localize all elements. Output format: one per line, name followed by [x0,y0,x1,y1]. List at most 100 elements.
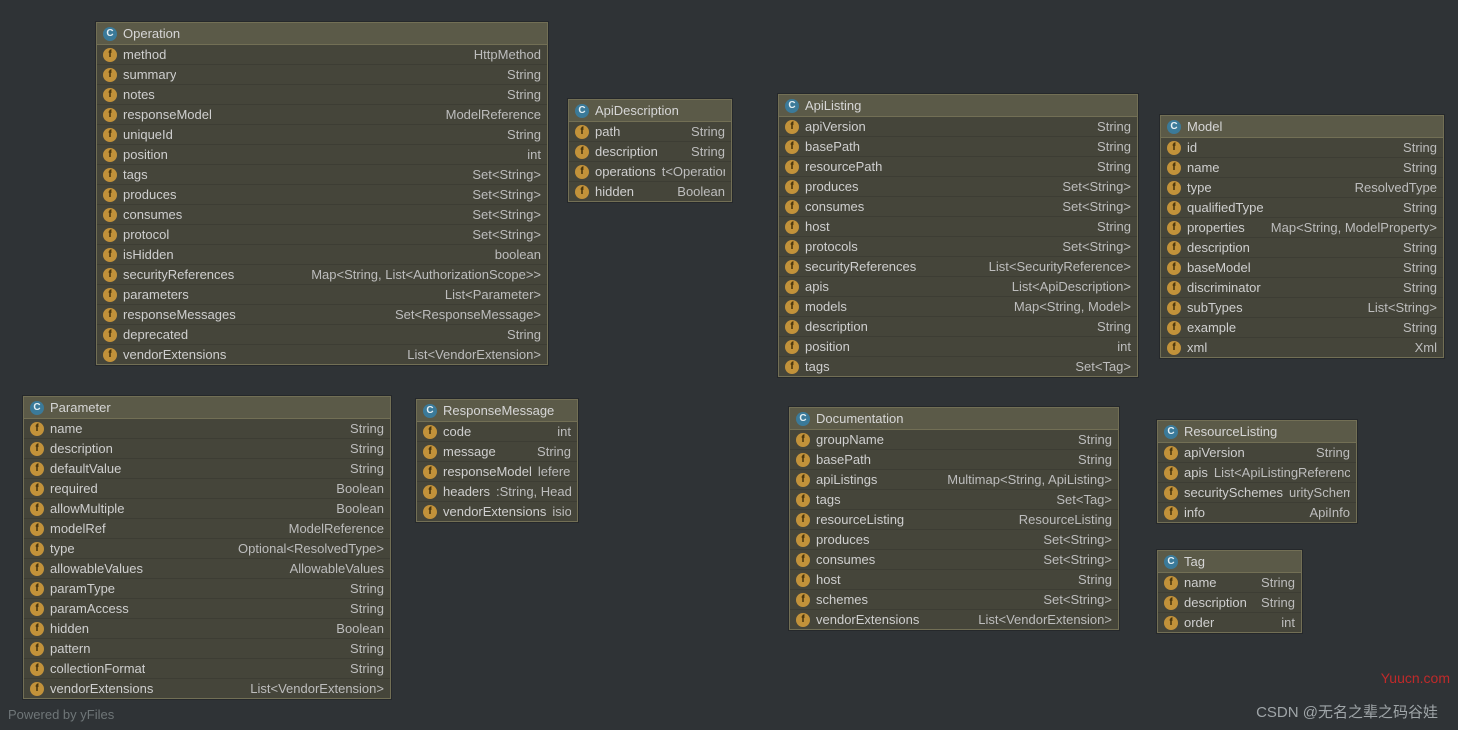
class-box-model[interactable]: CModelfidStringfnameStringftypeResolvedT… [1160,115,1444,358]
class-header[interactable]: CDocumentation [790,408,1118,430]
field-row[interactable]: fdefaultValueString [24,458,390,478]
field-row[interactable]: fsummaryString [97,64,547,84]
field-row[interactable]: fproducesSet<String> [779,176,1137,196]
field-row[interactable]: fresponseModelModelReference [97,104,547,124]
class-header[interactable]: CTag [1158,551,1301,573]
field-row[interactable]: fnameString [1161,157,1443,177]
field-row[interactable]: fqualifiedTypeString [1161,197,1443,217]
class-box-tag[interactable]: CTagfnameStringfdescriptionStringforderi… [1157,550,1302,633]
class-box-resourcelisting[interactable]: CResourceListingfapiVersionStringfapisLi… [1157,420,1357,523]
field-row[interactable]: fhostString [790,569,1118,589]
field-row[interactable]: fcollectionFormatString [24,658,390,678]
field-row[interactable]: frequiredBoolean [24,478,390,498]
class-box-parameter[interactable]: CParameterfnameStringfdescriptionStringf… [23,396,391,699]
field-row[interactable]: fmodelRefModelReference [24,518,390,538]
field-row[interactable]: fcodeint [417,422,577,441]
field-row[interactable]: fmethodHttpMethod [97,45,547,64]
field-row[interactable]: fvendorExtensionsList<VendorExtension> [790,609,1118,629]
class-header[interactable]: CApiListing [779,95,1137,117]
field-row[interactable]: fvendorExtensionsList<VendorExtension> [24,678,390,698]
field-row[interactable]: fprotocolSet<String> [97,224,547,244]
field-row[interactable]: fapisList<ApiListingReference> [1158,462,1356,482]
class-header[interactable]: CModel [1161,116,1443,138]
field-row[interactable]: fbaseModelString [1161,257,1443,277]
class-header[interactable]: CApiDescription [569,100,731,122]
field-row[interactable]: fdescriptionString [779,316,1137,336]
class-header[interactable]: CParameter [24,397,390,419]
field-row[interactable]: fheaders:String, Header> [417,481,577,501]
field-row[interactable]: fnotesString [97,84,547,104]
field-row[interactable]: fsecurityReferencesList<SecurityReferenc… [779,256,1137,276]
field-row[interactable]: fnameString [1158,573,1301,592]
class-box-responsemessage[interactable]: CResponseMessagefcodeintfmessageStringfr… [416,399,578,522]
field-row[interactable]: fconsumesSet<String> [790,549,1118,569]
field-row[interactable]: fdescriptionString [1161,237,1443,257]
field-row[interactable]: fpatternString [24,638,390,658]
field-row[interactable]: fapiVersionString [779,117,1137,136]
field-row[interactable]: fsecurityReferencesMap<String, List<Auth… [97,264,547,284]
field-row[interactable]: fhiddenBoolean [24,618,390,638]
field-row[interactable]: fvendorExtensionsList<VendorExtension> [97,344,547,364]
field-row[interactable]: fproducesSet<String> [97,184,547,204]
field-row[interactable]: fhiddenBoolean [569,181,731,201]
class-header[interactable]: COperation [97,23,547,45]
field-row[interactable]: fprotocolsSet<String> [779,236,1137,256]
field-row[interactable]: fpositionint [779,336,1137,356]
field-row[interactable]: fxmlXml [1161,337,1443,357]
field-row[interactable]: fsecuritySchemesurityScheme> [1158,482,1356,502]
field-row[interactable]: fparamTypeString [24,578,390,598]
field-row[interactable]: fpositionint [97,144,547,164]
class-header[interactable]: CResourceListing [1158,421,1356,443]
field-row[interactable]: fbasePathString [790,449,1118,469]
field-row[interactable]: fexampleString [1161,317,1443,337]
field-row[interactable]: fdescriptionString [24,438,390,458]
field-row[interactable]: fdescriptionString [569,141,731,161]
field-row[interactable]: fproducesSet<String> [790,529,1118,549]
diagram-canvas[interactable]: COperationfmethodHttpMethodfsummaryStrin… [0,0,1458,730]
field-row[interactable]: fdeprecatedString [97,324,547,344]
field-row[interactable]: fresourceListingResourceListing [790,509,1118,529]
field-row[interactable]: fdescriptionString [1158,592,1301,612]
field-row[interactable]: finfoApiInfo [1158,502,1356,522]
field-row[interactable]: fhostString [779,216,1137,236]
field-row[interactable]: ftypeResolvedType [1161,177,1443,197]
field-row[interactable]: ftagsSet<Tag> [779,356,1137,376]
field-row[interactable]: fschemesSet<String> [790,589,1118,609]
field-row[interactable]: fgroupNameString [790,430,1118,449]
class-box-apidescription[interactable]: CApiDescriptionfpathStringfdescriptionSt… [568,99,732,202]
field-row[interactable]: fresponseModelleference [417,461,577,481]
field-row[interactable]: fmessageString [417,441,577,461]
field-row[interactable]: fvendorExtensionsision> [417,501,577,521]
field-row[interactable]: fapiListingsMultimap<String, ApiListing> [790,469,1118,489]
field-row[interactable]: fparamAccessString [24,598,390,618]
field-row[interactable]: fisHiddenboolean [97,244,547,264]
field-row[interactable]: fconsumesSet<String> [779,196,1137,216]
field-row[interactable]: fmodelsMap<String, Model> [779,296,1137,316]
field-row[interactable]: ftagsSet<Tag> [790,489,1118,509]
field-row[interactable]: fnameString [24,419,390,438]
class-box-operation[interactable]: COperationfmethodHttpMethodfsummaryStrin… [96,22,548,365]
field-row[interactable]: fpathString [569,122,731,141]
field-row[interactable]: fresourcePathString [779,156,1137,176]
field-row[interactable]: ftagsSet<String> [97,164,547,184]
class-header[interactable]: CResponseMessage [417,400,577,422]
field-row[interactable]: foperationst<Operation> [569,161,731,181]
field-row[interactable]: funiqueIdString [97,124,547,144]
field-row[interactable]: fpropertiesMap<String, ModelProperty> [1161,217,1443,237]
class-box-apilisting[interactable]: CApiListingfapiVersionStringfbasePathStr… [778,94,1138,377]
field-row[interactable]: fallowableValuesAllowableValues [24,558,390,578]
field-row[interactable]: fconsumesSet<String> [97,204,547,224]
field-row[interactable]: ftypeOptional<ResolvedType> [24,538,390,558]
field-row[interactable]: fparametersList<Parameter> [97,284,547,304]
field-row[interactable]: fapisList<ApiDescription> [779,276,1137,296]
field-type: String [96,641,384,656]
field-row[interactable]: forderint [1158,612,1301,632]
field-row[interactable]: fsubTypesList<String> [1161,297,1443,317]
field-row[interactable]: fbasePathString [779,136,1137,156]
field-row[interactable]: fidString [1161,138,1443,157]
field-row[interactable]: fallowMultipleBoolean [24,498,390,518]
field-row[interactable]: fapiVersionString [1158,443,1356,462]
field-row[interactable]: fresponseMessagesSet<ResponseMessage> [97,304,547,324]
class-box-documentation[interactable]: CDocumentationfgroupNameStringfbasePathS… [789,407,1119,630]
field-row[interactable]: fdiscriminatorString [1161,277,1443,297]
